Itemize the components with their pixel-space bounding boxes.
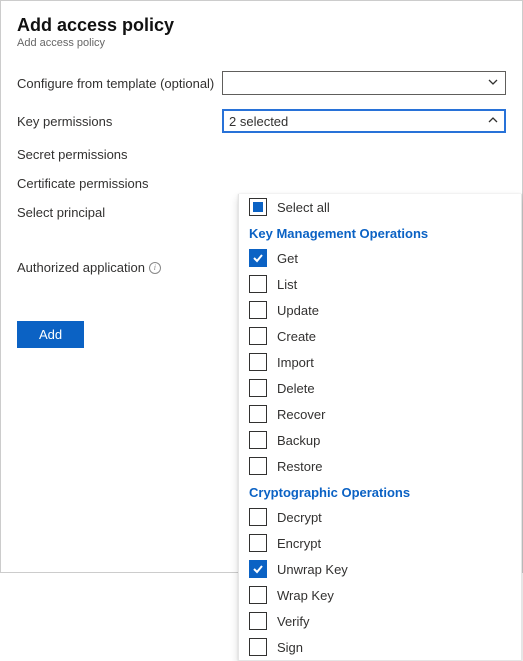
configure-template-label: Configure from template (optional) — [17, 76, 222, 91]
permission-option[interactable]: Backup — [239, 427, 521, 453]
checkbox-icon — [249, 405, 267, 423]
checkbox-icon — [249, 586, 267, 604]
checkbox-icon — [249, 379, 267, 397]
chevron-up-icon — [487, 114, 499, 129]
info-icon[interactable]: i — [149, 262, 161, 274]
checkbox-indeterminate-icon — [249, 198, 267, 216]
key-permissions-select[interactable]: 2 selected — [222, 109, 506, 133]
permission-option[interactable]: Sign — [239, 634, 521, 660]
permission-option-label: Recover — [277, 407, 325, 422]
select-principal-label: Select principal — [17, 205, 222, 220]
permission-option[interactable]: Import — [239, 349, 521, 375]
permission-option[interactable]: Wrap Key — [239, 582, 521, 608]
permission-option[interactable]: Recover — [239, 401, 521, 427]
permission-option[interactable]: Create — [239, 323, 521, 349]
permission-option-label: Get — [277, 251, 298, 266]
chevron-down-icon — [487, 76, 499, 91]
permission-option[interactable]: Unwrap Key — [239, 556, 521, 582]
permission-option-label: Sign — [277, 640, 303, 655]
permission-option-label: Create — [277, 329, 316, 344]
checkbox-icon — [249, 457, 267, 475]
checkbox-icon — [249, 638, 267, 656]
permission-option-label: Encrypt — [277, 536, 321, 551]
add-button[interactable]: Add — [17, 321, 84, 348]
option-group-header: Cryptographic Operations — [239, 479, 521, 504]
permission-option[interactable]: Verify — [239, 608, 521, 634]
permission-option-label: Decrypt — [277, 510, 322, 525]
page-title: Add access policy — [17, 15, 506, 36]
checkbox-icon — [249, 612, 267, 630]
select-all-option[interactable]: Select all — [239, 194, 521, 220]
checkbox-icon — [249, 508, 267, 526]
page-subtitle: Add access policy — [17, 37, 506, 49]
checkbox-icon — [249, 560, 267, 578]
permission-option-label: Import — [277, 355, 314, 370]
option-group-header: Key Management Operations — [239, 220, 521, 245]
permission-option[interactable]: Encrypt — [239, 530, 521, 556]
permission-option-label: Delete — [277, 381, 315, 396]
checkbox-icon — [249, 249, 267, 267]
select-all-label: Select all — [277, 200, 330, 215]
permission-option-label: Wrap Key — [277, 588, 334, 603]
secret-permissions-label: Secret permissions — [17, 147, 222, 162]
checkbox-icon — [249, 353, 267, 371]
certificate-permissions-label: Certificate permissions — [17, 176, 222, 191]
permission-option-label: Backup — [277, 433, 320, 448]
key-permissions-summary: 2 selected — [229, 114, 288, 129]
configure-template-select[interactable] — [222, 71, 506, 95]
permission-option-label: List — [277, 277, 297, 292]
permission-option[interactable]: List — [239, 271, 521, 297]
checkbox-icon — [249, 301, 267, 319]
permission-option[interactable]: Get — [239, 245, 521, 271]
permission-option[interactable]: Update — [239, 297, 521, 323]
permission-option-label: Update — [277, 303, 319, 318]
checkbox-icon — [249, 327, 267, 345]
checkbox-icon — [249, 431, 267, 449]
key-permissions-label: Key permissions — [17, 114, 222, 129]
permission-option-label: Verify — [277, 614, 310, 629]
checkbox-icon — [249, 534, 267, 552]
key-permissions-dropdown: Select all Key Management Operations Get Li… — [238, 194, 522, 661]
checkbox-icon — [249, 275, 267, 293]
permission-option-label: Unwrap Key — [277, 562, 348, 577]
authorized-application-label: Authorized application i — [17, 260, 222, 275]
permission-option-label: Restore — [277, 459, 323, 474]
permission-option[interactable]: Delete — [239, 375, 521, 401]
permission-option[interactable]: Decrypt — [239, 504, 521, 530]
permission-option[interactable]: Restore — [239, 453, 521, 479]
